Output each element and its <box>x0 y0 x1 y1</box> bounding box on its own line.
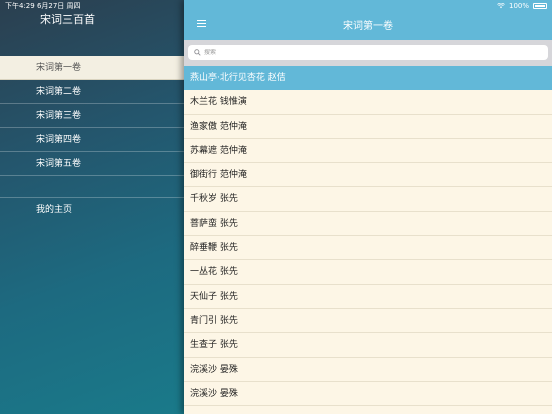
sidebar-title: 宋词三百首 <box>40 13 95 26</box>
status-right: 100% <box>497 2 547 10</box>
status-time-date: 下午4:29 6月27日 周四 <box>5 1 81 10</box>
list-item[interactable]: 木兰花 钱惟演 <box>184 90 552 115</box>
status-bar: 下午4:29 6月27日 周四 100% <box>0 0 552 11</box>
list-item[interactable]: 渔家傲 范仲淹 <box>184 115 552 139</box>
list-item[interactable]: 菩萨蛮 张先 <box>184 212 552 237</box>
list-item[interactable]: 生查子 张先 <box>184 333 552 358</box>
list-item[interactable]: 浣溪沙 晏殊 <box>184 358 552 382</box>
battery-percent: 100% <box>508 1 529 10</box>
search-icon <box>194 49 201 56</box>
sidebar-item-volume-3[interactable]: 宋词第三卷 <box>0 104 186 128</box>
list-item[interactable]: 一丛花 张先 <box>184 260 552 285</box>
list-item[interactable]: 燕山亭·北行见杏花 赵佶 <box>184 66 552 91</box>
battery-icon <box>533 2 547 9</box>
list-item[interactable]: 醉垂鞭 张先 <box>184 236 552 261</box>
page-title: 宋词第一卷 <box>343 21 393 32</box>
list-item[interactable]: 天仙子 张先 <box>184 285 552 309</box>
list-item[interactable]: 苏幕遮 范仲淹 <box>184 139 552 164</box>
list-item[interactable]: 千秋岁 张先 <box>184 187 552 212</box>
search-bar <box>184 40 552 66</box>
poem-list: 燕山亭·北行见杏花 赵佶 木兰花 钱惟演 渔家傲 范仲淹 苏幕遮 范仲淹 御街行… <box>184 66 552 407</box>
list-item[interactable]: 青门引 张先 <box>184 309 552 334</box>
sidebar-item-volume-1[interactable]: 宋词第一卷 <box>0 56 186 80</box>
list-item[interactable]: 浣溪沙 晏殊 <box>184 382 552 407</box>
sidebar-item-volume-2[interactable]: 宋词第二卷 <box>0 80 186 104</box>
sidebar-list: 宋词第一卷 宋词第二卷 宋词第三卷 宋词第四卷 宋词第五卷 我的主页 <box>0 56 186 222</box>
sidebar-item-volume-4[interactable]: 宋词第四卷 <box>0 128 186 152</box>
wifi-icon <box>497 2 505 8</box>
sidebar-item-volume-5[interactable]: 宋词第五卷 <box>0 152 186 176</box>
sidebar: 宋词三百首 宋词第一卷 宋词第二卷 宋词第三卷 宋词第四卷 宋词第五卷 我的主页 <box>0 0 186 414</box>
sidebar-item-home[interactable]: 我的主页 <box>0 198 186 222</box>
sidebar-divider <box>0 176 186 198</box>
search-input[interactable] <box>204 49 524 56</box>
main-panel: 宋词第一卷 燕山亭·北行见杏花 赵佶 木兰花 钱惟演 渔家傲 范仲淹 苏幕遮 范… <box>184 0 552 414</box>
search-box[interactable] <box>188 45 548 60</box>
list-item[interactable]: 御街行 范仲淹 <box>184 163 552 188</box>
